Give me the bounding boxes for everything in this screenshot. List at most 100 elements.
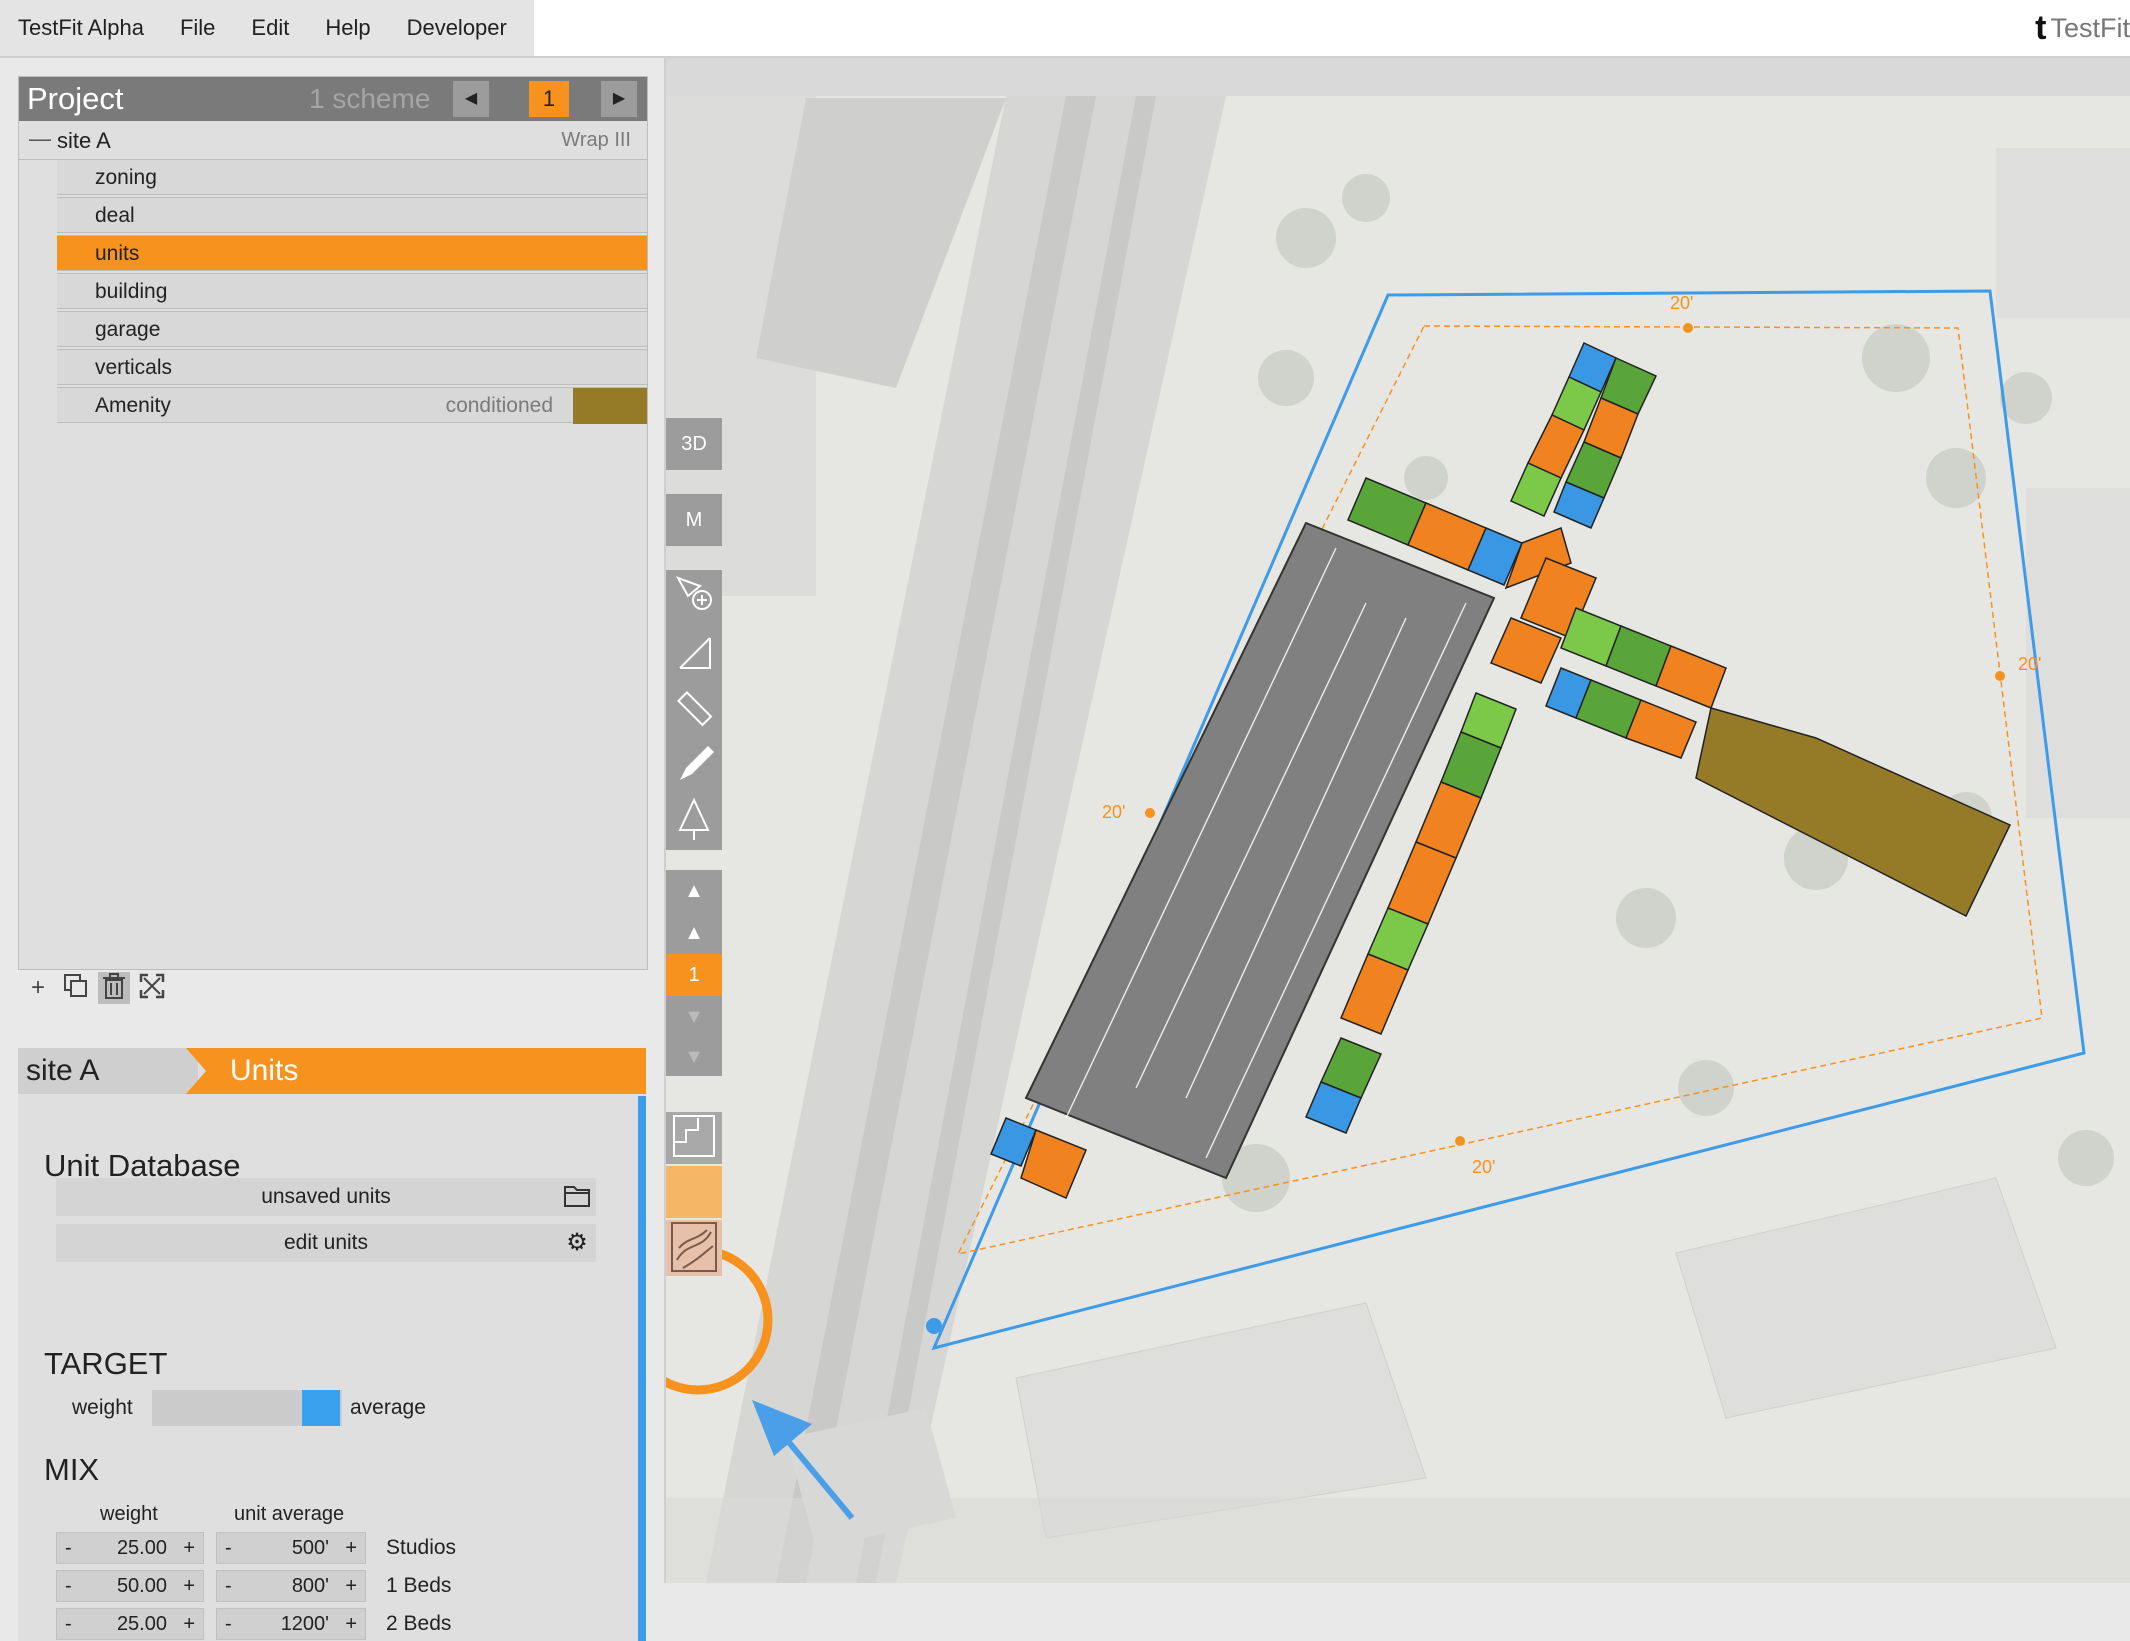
tree-item-garage[interactable]: garage <box>57 311 647 347</box>
tree-item-verticals[interactable]: verticals <box>57 349 647 385</box>
decrement-button[interactable]: - <box>65 1575 72 1598</box>
level-up-icon[interactable]: ▲ <box>666 912 722 954</box>
tree-item-label: units <box>95 242 140 265</box>
amenity-color-swatch[interactable] <box>573 388 647 424</box>
menu-items: TestFit Alpha File Edit Help Developer <box>0 0 534 56</box>
increment-button[interactable]: + <box>345 1613 357 1636</box>
increment-button[interactable]: + <box>183 1575 195 1598</box>
gear-icon[interactable]: ⚙ <box>562 1228 592 1258</box>
stepper-value[interactable]: 25.00 <box>117 1537 167 1560</box>
tree-item-label: Amenity <box>95 394 171 417</box>
decrement-button[interactable]: - <box>225 1537 232 1560</box>
tree-item-units[interactable]: units <box>57 235 647 271</box>
project-title: Project <box>27 81 124 116</box>
next-scheme-button[interactable]: ▶ <box>601 81 637 117</box>
boundary-handle-icon <box>926 1318 942 1334</box>
edit-units-button[interactable]: edit units ⚙ <box>56 1224 596 1262</box>
collapse-icon[interactable]: — <box>29 126 51 152</box>
menu-developer[interactable]: Developer <box>389 0 525 56</box>
units-panel: site A Units Unit Database unsaved units… <box>18 1048 646 1641</box>
setback-label: 20' <box>2018 654 2041 674</box>
folder-icon[interactable] <box>562 1182 592 1212</box>
decrement-button[interactable]: - <box>65 1537 72 1560</box>
add-site-icon[interactable] <box>666 570 722 626</box>
decrement-button[interactable]: - <box>65 1613 72 1636</box>
increment-button[interactable]: + <box>345 1537 357 1560</box>
current-level[interactable]: 1 <box>666 954 722 996</box>
menu-app[interactable]: TestFit Alpha <box>0 0 162 56</box>
menu-edit[interactable]: Edit <box>233 0 307 56</box>
tree-item-label: verticals <box>95 356 173 379</box>
setback-label: 20' <box>1472 1157 1495 1177</box>
view-3d-button[interactable]: 3D <box>666 418 722 470</box>
trash-icon[interactable] <box>98 972 130 1004</box>
onebed-weight-stepper[interactable]: - 50.00 + <box>56 1570 204 1602</box>
menu-help[interactable]: Help <box>307 0 388 56</box>
bottom-level-icon[interactable]: ▼ <box>666 1038 722 1076</box>
level-controls: ▲ ▲ 1 ▼ ▼ <box>666 870 722 1076</box>
menu-bar: TestFit Alpha File Edit Help Developer t… <box>0 0 2130 58</box>
layer-icon[interactable] <box>666 1166 722 1218</box>
mix-type-label: 1 Beds <box>386 1574 452 1597</box>
site-type: Wrap III <box>561 129 631 151</box>
stepper-value[interactable]: 25.00 <box>117 1613 167 1636</box>
target-average-label: average <box>350 1396 426 1419</box>
fit-view-icon[interactable] <box>136 972 168 1004</box>
measure-angle-icon[interactable] <box>666 626 722 682</box>
tree-icon[interactable] <box>666 794 722 850</box>
map-viewport[interactable]: 20' 20' 20' 20' <box>666 58 2130 1583</box>
setback-label: 20' <box>1102 802 1125 822</box>
setback-label: 20' <box>1670 293 1693 313</box>
unsaved-units-button[interactable]: unsaved units <box>56 1178 596 1216</box>
scheme-count: 1 scheme <box>309 83 431 114</box>
tree-item-zoning[interactable]: zoning <box>57 159 647 195</box>
tree-item-label: garage <box>95 318 161 341</box>
top-level-icon[interactable]: ▲ <box>666 870 722 912</box>
decrement-button[interactable]: - <box>225 1575 232 1598</box>
tree-item-building[interactable]: building <box>57 273 647 309</box>
draw-tools-group <box>666 570 722 850</box>
left-panel: Project 1 scheme ◀ 1 ▶ — site A Wrap III… <box>0 58 666 1641</box>
ruler-icon[interactable] <box>666 682 722 738</box>
mix-weight-header: weight <box>100 1503 158 1525</box>
tree-item-label: building <box>95 280 168 303</box>
target-title: TARGET <box>44 1346 168 1381</box>
stepper-value[interactable]: 1200' <box>281 1613 329 1636</box>
tree-item-amenity[interactable]: Amenity conditioned <box>57 387 647 424</box>
twobed-average-stepper[interactable]: - 1200' + <box>216 1608 366 1640</box>
duplicate-icon[interactable] <box>60 972 92 1004</box>
twobed-weight-stepper[interactable]: - 25.00 + <box>56 1608 204 1640</box>
pencil-icon[interactable] <box>666 738 722 794</box>
tree-item-deal[interactable]: deal <box>57 197 647 233</box>
stepper-value[interactable]: 50.00 <box>117 1575 167 1598</box>
target-weight-label: weight <box>72 1396 133 1419</box>
target-slider-handle[interactable] <box>302 1390 340 1426</box>
increment-button[interactable]: + <box>345 1575 357 1598</box>
increment-button[interactable]: + <box>183 1613 195 1636</box>
decrement-button[interactable]: - <box>225 1613 232 1636</box>
level-down-icon[interactable]: ▼ <box>666 996 722 1038</box>
floorplan-icon[interactable] <box>666 1112 722 1164</box>
stepper-value[interactable]: 800' <box>292 1575 329 1598</box>
tab-site[interactable]: site A <box>18 1048 198 1094</box>
stepper-value[interactable]: 500' <box>292 1537 329 1560</box>
increment-button[interactable]: + <box>183 1537 195 1560</box>
topography-icon[interactable] <box>666 1220 722 1276</box>
tab-units[interactable]: Units <box>186 1048 646 1094</box>
site-row[interactable]: — site A Wrap III <box>19 123 647 160</box>
view-m-button[interactable]: M <box>666 494 722 546</box>
onebed-average-stepper[interactable]: - 800' + <box>216 1570 366 1602</box>
prev-scheme-button[interactable]: ◀ <box>453 81 489 117</box>
unsaved-units-label: unsaved units <box>261 1185 391 1208</box>
add-icon[interactable]: + <box>22 972 54 1004</box>
studio-weight-stepper[interactable]: - 25.00 + <box>56 1532 204 1564</box>
panel-scrollbar[interactable] <box>638 1096 646 1641</box>
brand: t TestFit <box>2035 0 2130 56</box>
site-name: site A <box>57 128 111 153</box>
mix-type-label: 2 Beds <box>386 1612 452 1635</box>
studio-average-stepper[interactable]: - 500' + <box>216 1532 366 1564</box>
tree-item-label: zoning <box>95 166 157 189</box>
project-header: Project 1 scheme ◀ 1 ▶ <box>19 77 647 121</box>
menu-file[interactable]: File <box>162 0 233 56</box>
scheme-number[interactable]: 1 <box>529 81 569 117</box>
